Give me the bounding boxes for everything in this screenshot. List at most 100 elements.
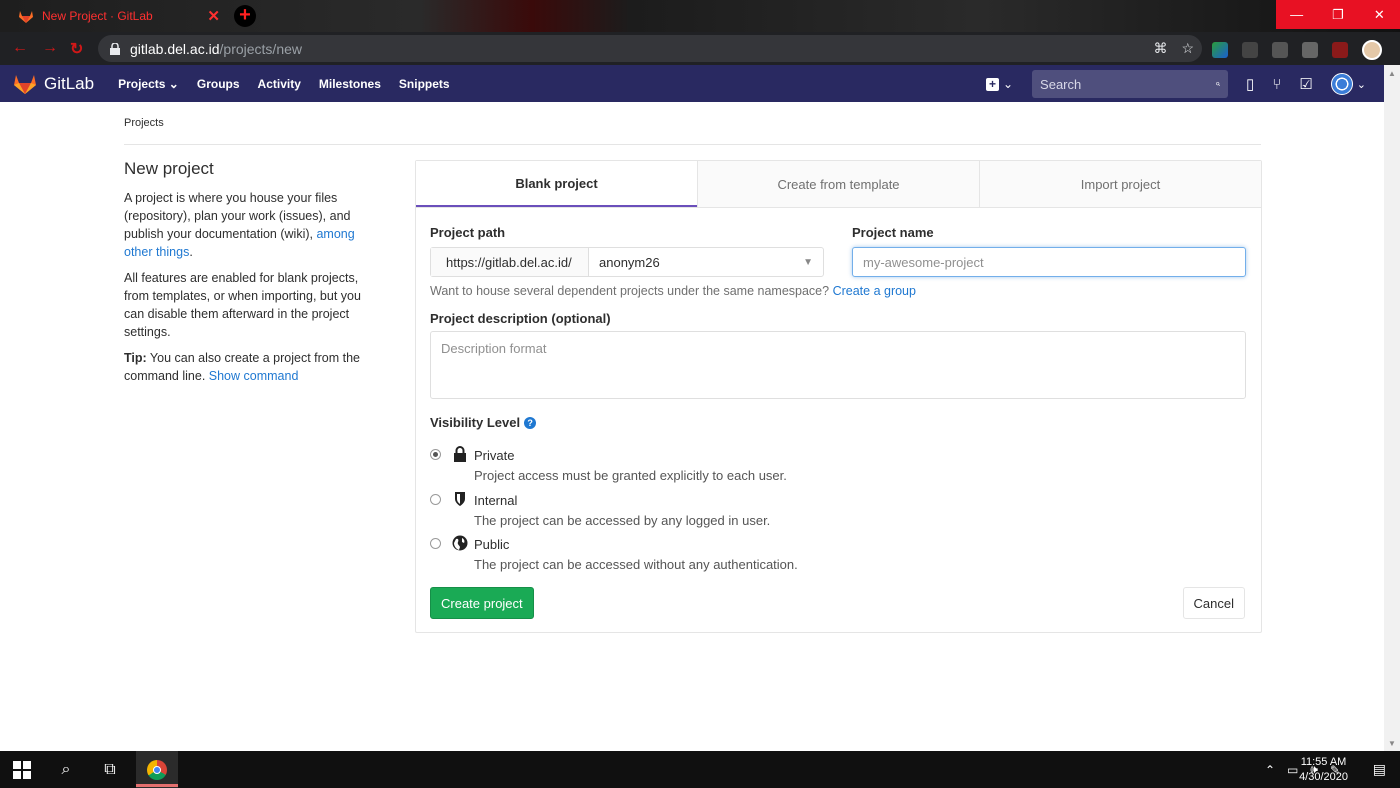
bookmark-star-icon[interactable]: ☆: [1181, 40, 1194, 57]
url-path: /projects/new: [219, 40, 302, 57]
project-type-tabs: Blank project Create from template Impor…: [416, 161, 1261, 208]
radio-public[interactable]: [430, 538, 441, 549]
close-window-icon[interactable]: ✕: [1359, 0, 1400, 29]
scroll-down-icon[interactable]: ▼: [1388, 739, 1396, 748]
windows-taskbar: ⌕ ⧉ ⌃ ▭ 🕪 ✎ 11:55 AM 4/30/2020 ▤: [0, 751, 1400, 788]
nav-groups[interactable]: Groups: [197, 77, 240, 91]
help-icon[interactable]: ?: [524, 417, 537, 429]
tab-create-from-template[interactable]: Create from template: [697, 161, 979, 207]
project-path-label: Project path: [430, 225, 506, 240]
visibility-description: The project can be accessed without any …: [474, 557, 798, 572]
browser-address-bar: ← → ↻ gitlab.del.ac.id /projects/new ⌘ ☆…: [0, 32, 1400, 65]
tab-title: New Project · GitLab: [42, 9, 153, 23]
chevron-down-icon: ⌄: [1356, 78, 1366, 91]
namespace-select[interactable]: anonym26 ▼: [589, 248, 823, 276]
extension-icon[interactable]: [1272, 41, 1288, 58]
search-icon: [1216, 82, 1221, 87]
back-icon[interactable]: ←: [12, 39, 28, 57]
extension-icon[interactable]: [1242, 41, 1258, 58]
page-scrollbar[interactable]: ▲ ▼: [1384, 65, 1400, 751]
translate-icon[interactable]: ⌘: [1153, 40, 1167, 57]
nav-milestones[interactable]: Milestones: [319, 77, 381, 91]
merge-request-icon[interactable]: ⑂: [1272, 76, 1281, 93]
windows-start-icon[interactable]: [0, 751, 44, 788]
reload-icon[interactable]: ↻: [70, 39, 83, 59]
lock-icon: [454, 446, 466, 462]
cast-icon[interactable]: [1332, 41, 1348, 58]
forward-icon[interactable]: →: [42, 39, 58, 57]
breadcrumb[interactable]: Projects: [124, 117, 164, 129]
date: 4/30/2020: [1299, 771, 1348, 783]
notifications-icon[interactable]: ▤: [1373, 761, 1386, 778]
browser-tab[interactable]: New Project · GitLab ✕: [8, 0, 230, 32]
url-bar[interactable]: gitlab.del.ac.id /projects/new ⌘ ☆: [98, 35, 1202, 62]
visibility-public-option[interactable]: Public The project can be accessed witho…: [430, 535, 1030, 575]
path-prefix: https://gitlab.del.ac.id/: [431, 248, 589, 276]
chrome-taskbar-icon[interactable]: [136, 751, 178, 788]
url-host: gitlab.del.ac.id: [130, 40, 220, 57]
visibility-level-label: Visibility Level?: [430, 415, 537, 430]
time: 11:55 AM: [1300, 756, 1347, 768]
tip-text: Tip: You can also create a project from …: [124, 351, 361, 383]
visibility-title: Public: [474, 537, 510, 552]
scroll-up-icon[interactable]: ▲: [1388, 69, 1396, 78]
cancel-button[interactable]: Cancel: [1182, 587, 1245, 619]
restore-icon[interactable]: ❐: [1317, 0, 1358, 29]
search-box[interactable]: [1032, 70, 1229, 98]
project-name-label: Project name: [852, 225, 934, 240]
shield-icon: [455, 492, 465, 506]
nav-snippets[interactable]: Snippets: [399, 77, 450, 91]
globe-icon: [452, 535, 468, 551]
task-view-icon[interactable]: ⧉: [90, 751, 130, 788]
gitlab-logo[interactable]: GitLab: [14, 74, 94, 94]
todo-icon[interactable]: ☑: [1299, 75, 1312, 93]
show-command-link[interactable]: Show command: [209, 369, 299, 383]
gitlab-navbar: GitLab Projects ⌄ Groups Activity Milest…: [0, 65, 1384, 102]
page-title: New project: [124, 159, 214, 178]
tab-blank-project[interactable]: Blank project: [416, 161, 697, 207]
project-name-input[interactable]: [852, 247, 1246, 277]
create-project-button[interactable]: Create project: [430, 587, 534, 619]
profile-avatar[interactable]: [1362, 39, 1382, 60]
minimize-icon[interactable]: —: [1276, 0, 1317, 29]
project-info-text: A project is where you house your files …: [124, 191, 355, 259]
create-group-link[interactable]: Create a group: [833, 284, 916, 298]
new-dropdown-button[interactable]: + ⌄: [986, 71, 1014, 97]
user-menu[interactable]: ⌄: [1330, 73, 1366, 95]
chevron-down-icon: ▼: [803, 256, 813, 268]
plus-icon: +: [986, 77, 1000, 91]
tab-import-project[interactable]: Import project: [979, 161, 1261, 207]
battery-icon[interactable]: ▭: [1287, 763, 1298, 777]
project-description-input[interactable]: [430, 331, 1246, 399]
brand-name: GitLab: [44, 73, 95, 93]
search-icon[interactable]: ⌕: [46, 751, 86, 788]
search-input[interactable]: [1040, 76, 1217, 92]
chevron-down-icon: ⌄: [1003, 77, 1014, 91]
nav-activity[interactable]: Activity: [258, 77, 301, 91]
browser-tab-bar: New Project · GitLab ✕ + — ❐ ✕: [0, 0, 1400, 32]
nav-projects[interactable]: Projects ⌄: [118, 77, 179, 91]
chevron-up-icon[interactable]: ⌃: [1265, 763, 1275, 777]
visibility-description: The project can be accessed by any logge…: [474, 513, 771, 528]
chevron-down-icon: ⌄: [168, 76, 179, 91]
radio-internal[interactable]: [430, 494, 441, 505]
clock[interactable]: 11:55 AM 4/30/2020: [1299, 755, 1348, 785]
project-description-label: Project description (optional): [430, 311, 611, 326]
extension-icon[interactable]: [1212, 41, 1228, 58]
gitlab-favicon-icon: [19, 11, 33, 23]
radio-private[interactable]: [430, 449, 441, 460]
group-hint: Want to house several dependent projects…: [430, 284, 916, 298]
issues-icon[interactable]: ▯: [1246, 75, 1254, 93]
sidebar-info: New project A project is where you house…: [124, 159, 378, 393]
visibility-title: Private: [474, 448, 515, 463]
extension-icon[interactable]: [1302, 41, 1318, 58]
new-project-panel: Blank project Create from template Impor…: [415, 160, 1262, 633]
visibility-internal-option[interactable]: Internal The project can be accessed by …: [430, 491, 1030, 531]
namespace-value: anonym26: [599, 254, 660, 270]
window-controls: — ❐ ✕: [1276, 0, 1400, 29]
lock-icon: [110, 42, 120, 55]
tab-close-icon[interactable]: ✕: [207, 7, 220, 25]
menu-kebab-icon[interactable]: ⋮: [1396, 39, 1400, 60]
visibility-private-option[interactable]: Private Project access must be granted e…: [430, 446, 1030, 486]
new-tab-icon[interactable]: +: [234, 5, 256, 27]
